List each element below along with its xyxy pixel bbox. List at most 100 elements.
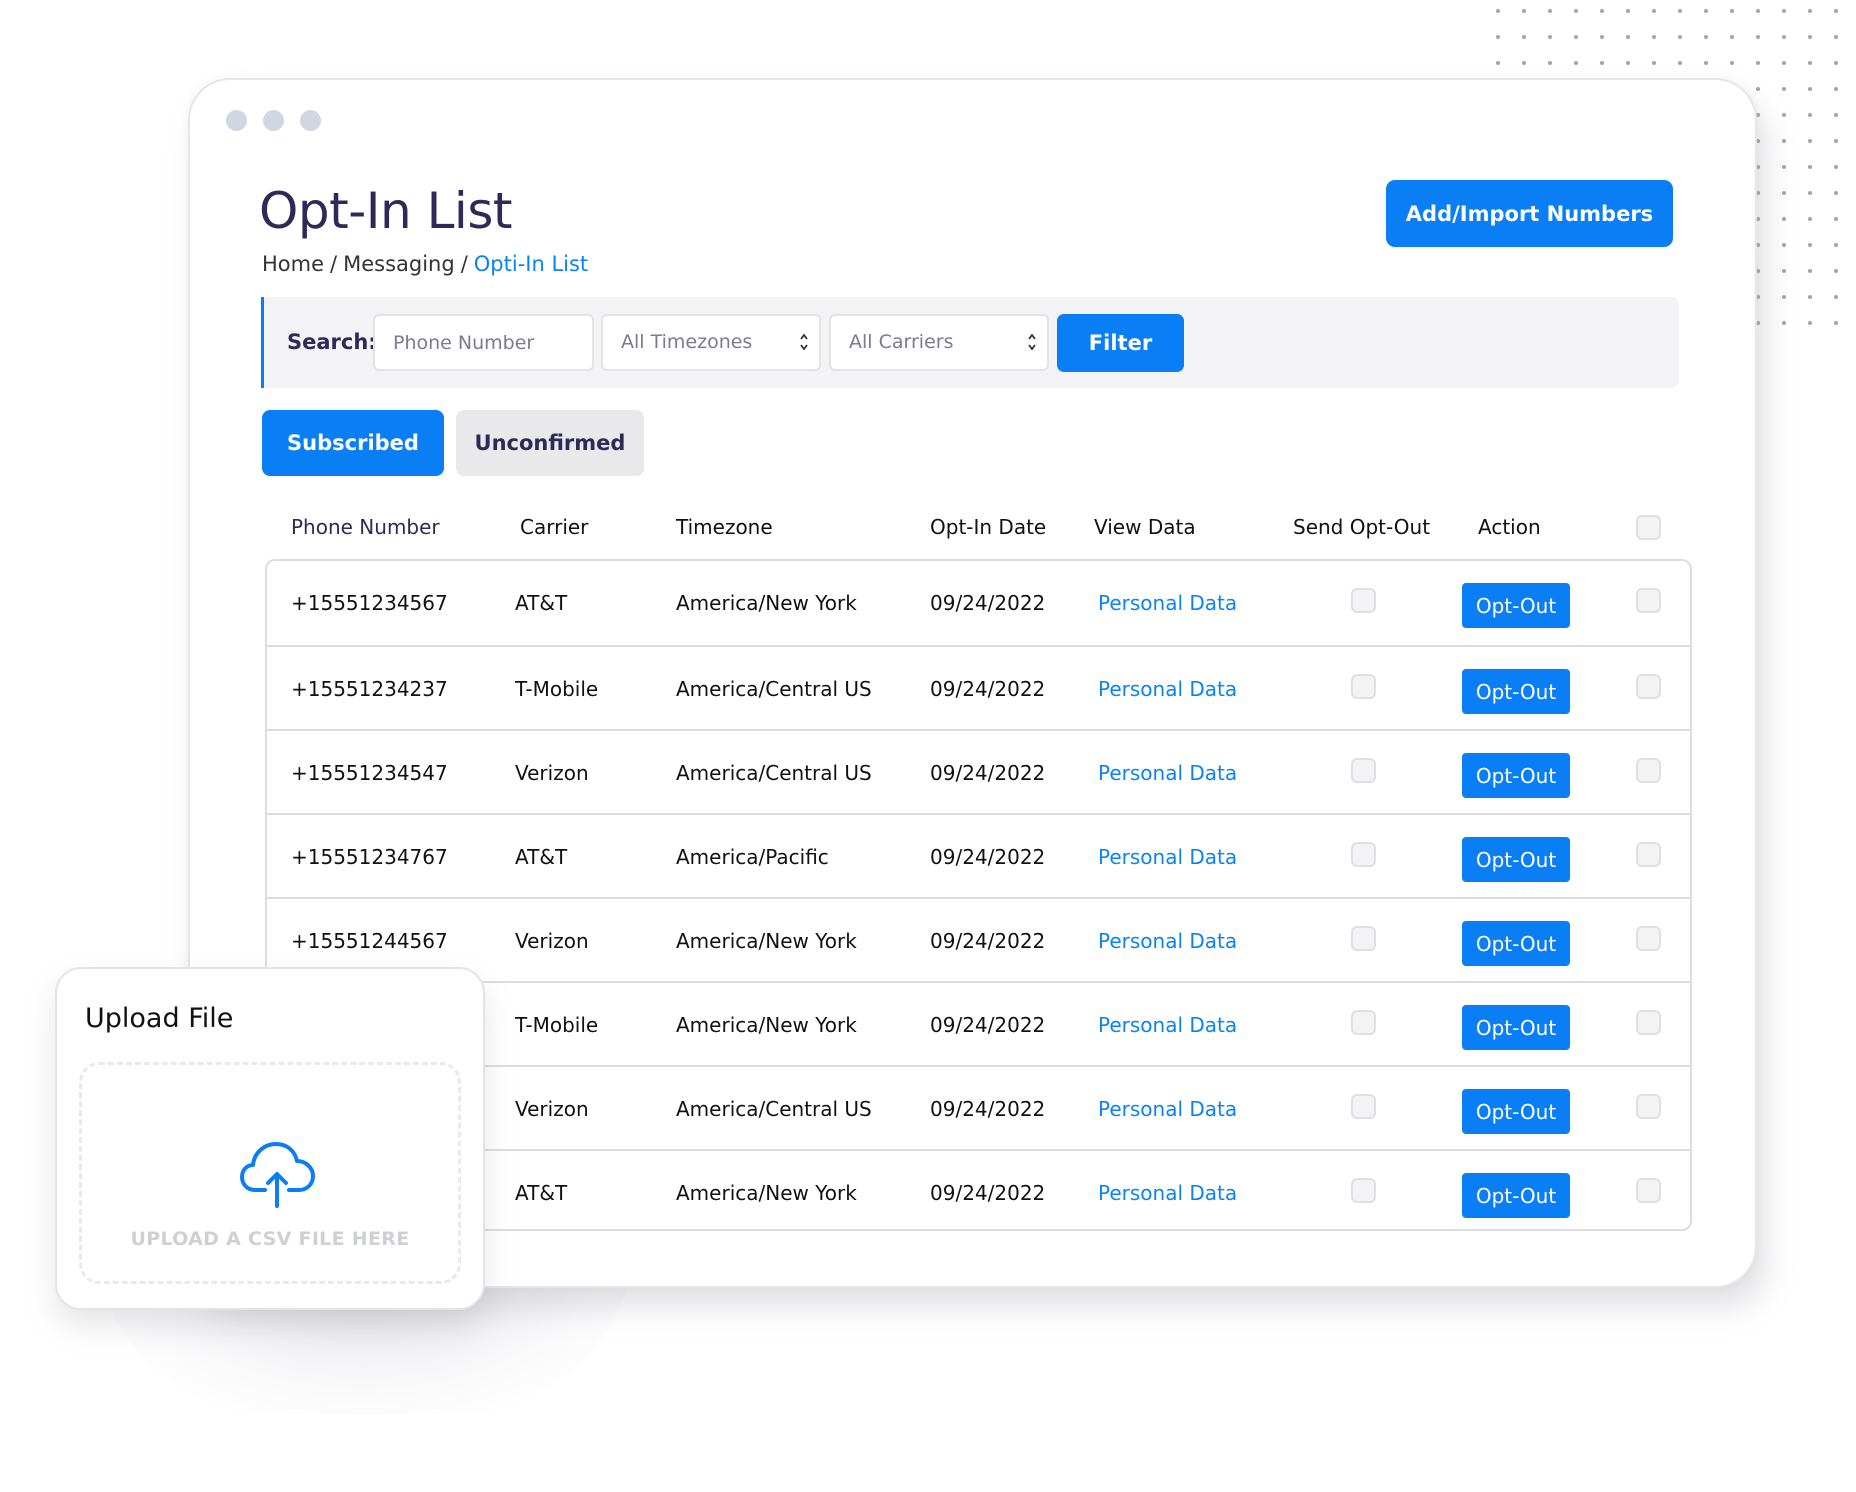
cell-opt-in-date: 09/24/2022 (930, 845, 1046, 869)
column-header-view-data[interactable]: View Data (1094, 515, 1196, 539)
row-select-checkbox[interactable] (1636, 758, 1661, 783)
csv-dropzone[interactable]: UPLOAD A CSV FILE HERE (79, 1062, 461, 1284)
opt-out-button[interactable]: Opt-Out (1462, 583, 1570, 628)
cell-phone-number: +15551234547 (291, 761, 448, 785)
window-dot-icon (263, 110, 284, 131)
tab-unconfirmed[interactable]: Unconfirmed (456, 410, 644, 476)
select-chevron-icon (800, 333, 808, 351)
dot-icon (1782, 139, 1786, 143)
send-opt-out-checkbox[interactable] (1351, 926, 1376, 951)
upload-file-title: Upload File (85, 1003, 234, 1034)
column-header-phone-number[interactable]: Phone Number (291, 515, 440, 539)
phone-number-search-input[interactable] (373, 314, 594, 371)
opt-out-button[interactable]: Opt-Out (1462, 753, 1570, 798)
personal-data-link[interactable]: Personal Data (1098, 1097, 1237, 1121)
personal-data-link[interactable]: Personal Data (1098, 929, 1237, 953)
personal-data-link[interactable]: Personal Data (1098, 845, 1237, 869)
column-header-opt-in-date[interactable]: Opt-In Date (930, 515, 1046, 539)
dot-icon (1808, 217, 1812, 221)
opt-out-button[interactable]: Opt-Out (1462, 921, 1570, 966)
cell-timezone: America/Central US (676, 677, 872, 701)
timezone-select[interactable]: All Timezones (601, 314, 821, 371)
send-opt-out-checkbox[interactable] (1351, 674, 1376, 699)
dot-icon (1782, 191, 1786, 195)
cell-timezone: America/Central US (676, 1097, 872, 1121)
opt-out-button[interactable]: Opt-Out (1462, 837, 1570, 882)
dot-icon (1730, 35, 1734, 39)
send-opt-out-checkbox[interactable] (1351, 1094, 1376, 1119)
send-opt-out-checkbox[interactable] (1351, 1178, 1376, 1203)
dot-icon (1652, 35, 1656, 39)
personal-data-link[interactable]: Personal Data (1098, 1013, 1237, 1037)
breadcrumb-current: Opti-In List (473, 252, 589, 276)
personal-data-link[interactable]: Personal Data (1098, 677, 1237, 701)
breadcrumb-messaging[interactable]: Messaging (343, 252, 455, 276)
row-select-checkbox[interactable] (1636, 674, 1661, 699)
dot-icon (1678, 61, 1682, 65)
send-opt-out-checkbox[interactable] (1351, 758, 1376, 783)
add-import-numbers-button[interactable]: Add/Import Numbers (1386, 180, 1673, 247)
cell-carrier: Verizon (515, 929, 589, 953)
select-chevron-icon (1028, 333, 1036, 351)
opt-out-button[interactable]: Opt-Out (1462, 1005, 1570, 1050)
dot-icon (1626, 9, 1630, 13)
breadcrumb: Home / Messaging / Opti-In List (262, 252, 588, 276)
dot-icon (1834, 321, 1838, 325)
cell-timezone: America/New York (676, 929, 857, 953)
send-opt-out-checkbox[interactable] (1351, 842, 1376, 867)
personal-data-link[interactable]: Personal Data (1098, 1181, 1237, 1205)
dot-icon (1834, 295, 1838, 299)
send-opt-out-checkbox[interactable] (1351, 588, 1376, 613)
dot-icon (1600, 61, 1604, 65)
cell-opt-in-date: 09/24/2022 (930, 677, 1046, 701)
breadcrumb-home[interactable]: Home (262, 252, 324, 276)
dot-icon (1626, 61, 1630, 65)
dot-icon (1834, 35, 1838, 39)
tab-subscribed[interactable]: Subscribed (262, 410, 444, 476)
dot-icon (1704, 61, 1708, 65)
dot-icon (1782, 243, 1786, 247)
dot-icon (1496, 61, 1500, 65)
send-opt-out-checkbox[interactable] (1351, 1010, 1376, 1035)
carrier-select[interactable]: All Carriers (829, 314, 1049, 371)
row-select-checkbox[interactable] (1636, 1094, 1661, 1119)
dot-icon (1808, 113, 1812, 117)
row-select-checkbox[interactable] (1636, 588, 1661, 613)
table-row: +15551244567 Verizon America/New York 09/24… (267, 897, 1690, 981)
personal-data-link[interactable]: Personal Data (1098, 591, 1237, 615)
row-select-checkbox[interactable] (1636, 1178, 1661, 1203)
personal-data-link[interactable]: Personal Data (1098, 761, 1237, 785)
dot-icon (1704, 9, 1708, 13)
dot-icon (1548, 35, 1552, 39)
cell-phone-number: +15551234237 (291, 677, 448, 701)
dot-icon (1652, 9, 1656, 13)
opt-out-button[interactable]: Opt-Out (1462, 669, 1570, 714)
dot-icon (1808, 165, 1812, 169)
filter-button[interactable]: Filter (1057, 314, 1184, 372)
column-header-action[interactable]: Action (1478, 515, 1541, 539)
dot-icon (1600, 9, 1604, 13)
opt-out-button[interactable]: Opt-Out (1462, 1089, 1570, 1134)
dot-icon (1834, 165, 1838, 169)
window-dot-icon (226, 110, 247, 131)
cell-opt-in-date: 09/24/2022 (930, 1181, 1046, 1205)
column-header-timezone[interactable]: Timezone (676, 515, 773, 539)
dot-icon (1730, 61, 1734, 65)
cell-phone-number: +15551234767 (291, 845, 448, 869)
select-all-checkbox[interactable] (1636, 515, 1661, 540)
dot-icon (1574, 35, 1578, 39)
row-select-checkbox[interactable] (1636, 1010, 1661, 1035)
table-row: +15551234567 AT&T America/New York 09/24/20… (267, 561, 1690, 645)
dot-icon (1834, 139, 1838, 143)
row-select-checkbox[interactable] (1636, 842, 1661, 867)
dot-icon (1782, 9, 1786, 13)
column-header-carrier[interactable]: Carrier (520, 515, 588, 539)
cell-timezone: America/New York (676, 1181, 857, 1205)
row-select-checkbox[interactable] (1636, 926, 1661, 951)
cell-timezone: America/New York (676, 1013, 857, 1037)
opt-out-button[interactable]: Opt-Out (1462, 1173, 1570, 1218)
dot-icon (1808, 243, 1812, 247)
dot-icon (1808, 87, 1812, 91)
column-header-send-opt-out[interactable]: Send Opt-Out (1293, 515, 1430, 539)
dot-icon (1808, 269, 1812, 273)
